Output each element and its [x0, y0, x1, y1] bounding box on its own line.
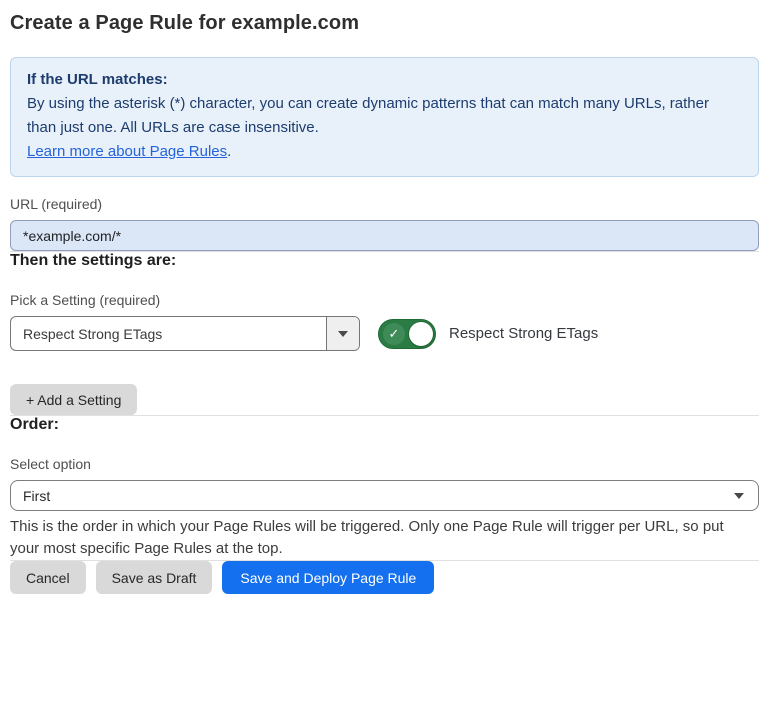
page-title: Create a Page Rule for example.com [10, 12, 759, 35]
add-setting-button[interactable]: + Add a Setting [10, 384, 137, 415]
order-select[interactable]: First [10, 480, 759, 511]
order-help-text: This is the order in which your Page Rul… [10, 516, 755, 560]
settings-heading: Then the settings are: [10, 252, 759, 270]
chevron-down-icon [338, 331, 348, 337]
setting-select-value: Respect Strong ETags [11, 317, 326, 350]
url-match-info-box: If the URL matches: By using the asteris… [10, 57, 759, 177]
chevron-down-icon [734, 493, 744, 499]
save-deploy-button[interactable]: Save and Deploy Page Rule [222, 561, 434, 594]
learn-more-link[interactable]: Learn more about Page Rules [27, 143, 227, 160]
info-box-heading: If the URL matches: [27, 68, 742, 92]
create-page-rule-form: Create a Page Rule for example.com If th… [0, 0, 769, 609]
setting-row: Respect Strong ETags ✓ Respect Strong ET… [10, 316, 759, 351]
toggle-group: ✓ Respect Strong ETags [378, 319, 598, 349]
order-select-value: First [23, 488, 50, 504]
info-box-body: By using the asterisk (*) character, you… [27, 92, 742, 140]
footer-buttons: Cancel Save as Draft Save and Deploy Pag… [10, 561, 759, 609]
check-icon: ✓ [383, 323, 405, 345]
pick-setting-label: Pick a Setting (required) [10, 292, 759, 308]
info-link-row: Learn more about Page Rules. [27, 140, 742, 164]
url-input[interactable] [10, 220, 759, 251]
select-option-label: Select option [10, 456, 759, 472]
toggle-knob [409, 322, 433, 346]
link-period: . [227, 143, 231, 160]
url-label: URL (required) [10, 196, 759, 212]
setting-select[interactable]: Respect Strong ETags [10, 316, 360, 351]
toggle-label: Respect Strong ETags [449, 325, 598, 342]
cancel-button[interactable]: Cancel [10, 561, 86, 594]
setting-select-arrow-button[interactable] [326, 317, 359, 350]
order-heading: Order: [10, 416, 759, 434]
setting-toggle[interactable]: ✓ [378, 319, 436, 349]
save-draft-button[interactable]: Save as Draft [96, 561, 213, 594]
